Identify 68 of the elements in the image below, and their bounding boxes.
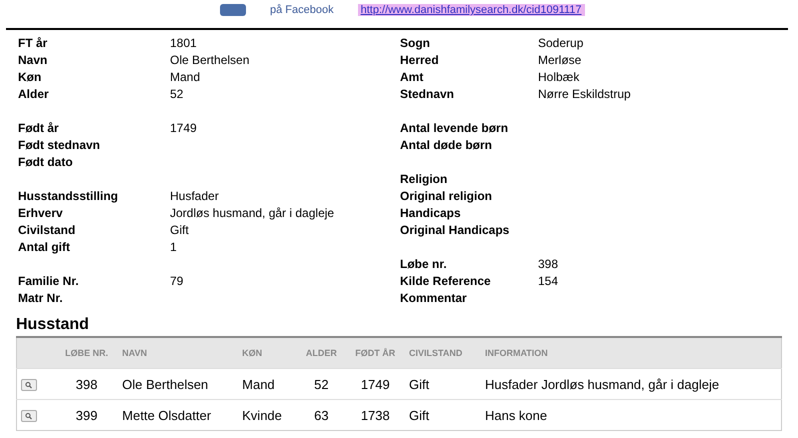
table-cell: Ole Berthelsen: [118, 368, 238, 400]
column-header: NAVN: [118, 337, 238, 368]
field-value: 79: [170, 274, 184, 288]
table-cell: Mand: [238, 368, 298, 400]
column-header: FØDT ÅR: [346, 337, 405, 368]
field-label: Født stednavn: [18, 138, 102, 152]
field-value: Soderup: [538, 36, 584, 50]
field-value: 52: [170, 86, 184, 100]
column-header: KØN: [238, 337, 298, 368]
field-value: Merløse: [538, 52, 582, 66]
field-label: Civilstand: [18, 222, 76, 236]
column-header: LØBE NR.: [55, 337, 118, 368]
field-label: Køn: [18, 70, 42, 84]
field-label: Original religion: [400, 188, 494, 202]
field-label: Alder: [18, 86, 50, 100]
page-url-link[interactable]: http://www.danishfamilysearch.dk/cid1091117: [358, 4, 585, 16]
field-label: Antal gift: [18, 240, 71, 254]
field-label: Familie Nr.: [18, 274, 80, 288]
table-cell: Mette Olsdatter: [118, 400, 238, 430]
section-heading: Husstand: [16, 316, 90, 334]
field-value: 398: [538, 256, 558, 270]
table-cell: Gift: [405, 400, 481, 430]
column-header: INFORMATION: [480, 337, 782, 368]
field-label: Født dato: [18, 154, 74, 168]
field-label: Handicaps: [400, 206, 462, 220]
table-cell: 63: [297, 400, 346, 430]
field-label: FT år: [18, 36, 48, 50]
table-cell: Kvinde: [238, 400, 298, 430]
column-header: ALDER: [297, 337, 346, 368]
field-value: Jordløs husmand, går i dagleje: [170, 206, 334, 220]
field-label: Kilde Reference: [400, 274, 492, 288]
field-label: Antal levende børn: [400, 120, 510, 134]
magnifier-button[interactable]: [21, 379, 37, 392]
field-label: Matr Nr.: [18, 290, 64, 304]
table-cell: Gift: [405, 368, 481, 400]
field-value: Husfader: [170, 188, 219, 202]
field-value: 1: [170, 240, 177, 254]
field-label: Erhverv: [18, 206, 64, 220]
field-label: Antal døde børn: [400, 138, 493, 152]
field-label: Navn: [18, 52, 48, 66]
field-value: Ole Berthelsen: [170, 52, 250, 66]
field-value: Gift: [170, 222, 189, 236]
field-label: Religion: [400, 172, 448, 186]
field-label: Original Handicaps: [400, 222, 510, 236]
field-label: Stednavn: [400, 86, 456, 100]
field-label: Herred: [400, 52, 440, 66]
table-cell: Hans kone: [480, 400, 782, 430]
field-value: 1801: [170, 36, 197, 50]
table-cell: 1749: [346, 368, 405, 400]
table-cell: 1738: [346, 400, 405, 430]
table-cell: 398: [55, 368, 118, 400]
field-label: Amt: [400, 70, 424, 84]
table-cell: 399: [55, 400, 118, 430]
field-value: Holbæk: [538, 70, 580, 84]
field-label: Sogn: [400, 36, 431, 50]
field-value: Mand: [170, 70, 200, 84]
field-label: Født år: [18, 120, 60, 134]
field-label: Husstandsstilling: [18, 188, 120, 202]
field-label: Kommentar: [400, 290, 468, 304]
facebook-link[interactable]: på Facebook: [270, 4, 334, 16]
table-cell: 52: [297, 368, 346, 400]
field-label: Løbe nr.: [400, 256, 448, 270]
table-cell: Husfader Jordløs husmand, går i dagleje: [480, 368, 782, 400]
column-header: CIVILSTAND: [405, 337, 481, 368]
field-value: 1749: [170, 120, 197, 134]
field-value: Nørre Eskildstrup: [538, 86, 631, 100]
magnifier-button[interactable]: [21, 410, 37, 422]
field-value: 154: [538, 274, 558, 288]
